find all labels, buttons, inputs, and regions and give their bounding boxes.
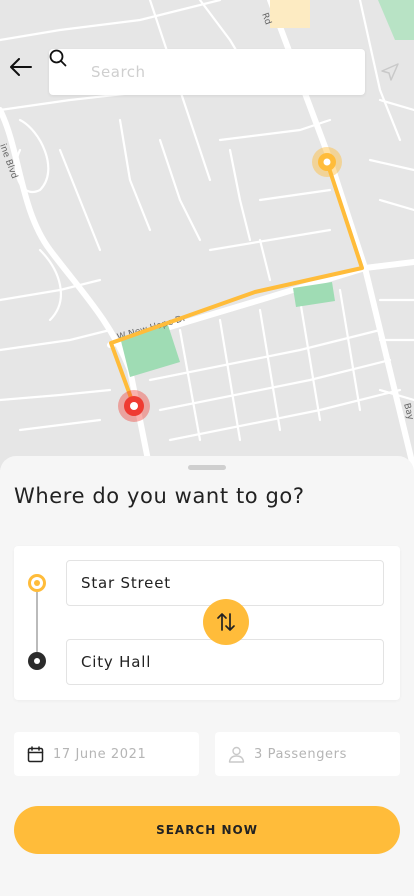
map-view[interactable]: W New Hope Dr Rd ine Blvd Bay	[0, 0, 414, 470]
origin-marker[interactable]	[312, 147, 342, 177]
bottom-sheet: Where do you want to go? Star Street Cit…	[0, 456, 414, 896]
search-now-button[interactable]: SEARCH NOW	[14, 806, 400, 854]
search-bar[interactable]	[49, 49, 365, 95]
arrow-left-icon	[10, 58, 32, 76]
sheet-title: Where do you want to go?	[14, 484, 305, 508]
destination-dot-icon	[28, 652, 46, 670]
route-card: Star Street City Hall	[14, 546, 400, 700]
passenger-picker[interactable]: 3 Passengers	[215, 732, 400, 776]
destination-field[interactable]: City Hall	[66, 639, 384, 685]
person-icon	[227, 745, 245, 763]
destination-marker[interactable]	[118, 390, 150, 422]
swap-button[interactable]	[203, 599, 249, 645]
search-input[interactable]	[89, 62, 343, 82]
date-picker[interactable]: 17 June 2021	[14, 732, 199, 776]
calendar-icon	[26, 745, 44, 763]
swap-vertical-icon	[217, 613, 235, 631]
passengers-value: 3 Passengers	[254, 746, 347, 762]
date-value: 17 June 2021	[53, 746, 147, 762]
search-icon	[49, 49, 79, 81]
origin-dot-icon	[28, 574, 46, 592]
route-connector	[36, 592, 38, 652]
drag-handle[interactable]	[188, 465, 226, 470]
navigation-arrow-icon[interactable]	[380, 62, 400, 82]
back-button[interactable]	[10, 58, 36, 84]
